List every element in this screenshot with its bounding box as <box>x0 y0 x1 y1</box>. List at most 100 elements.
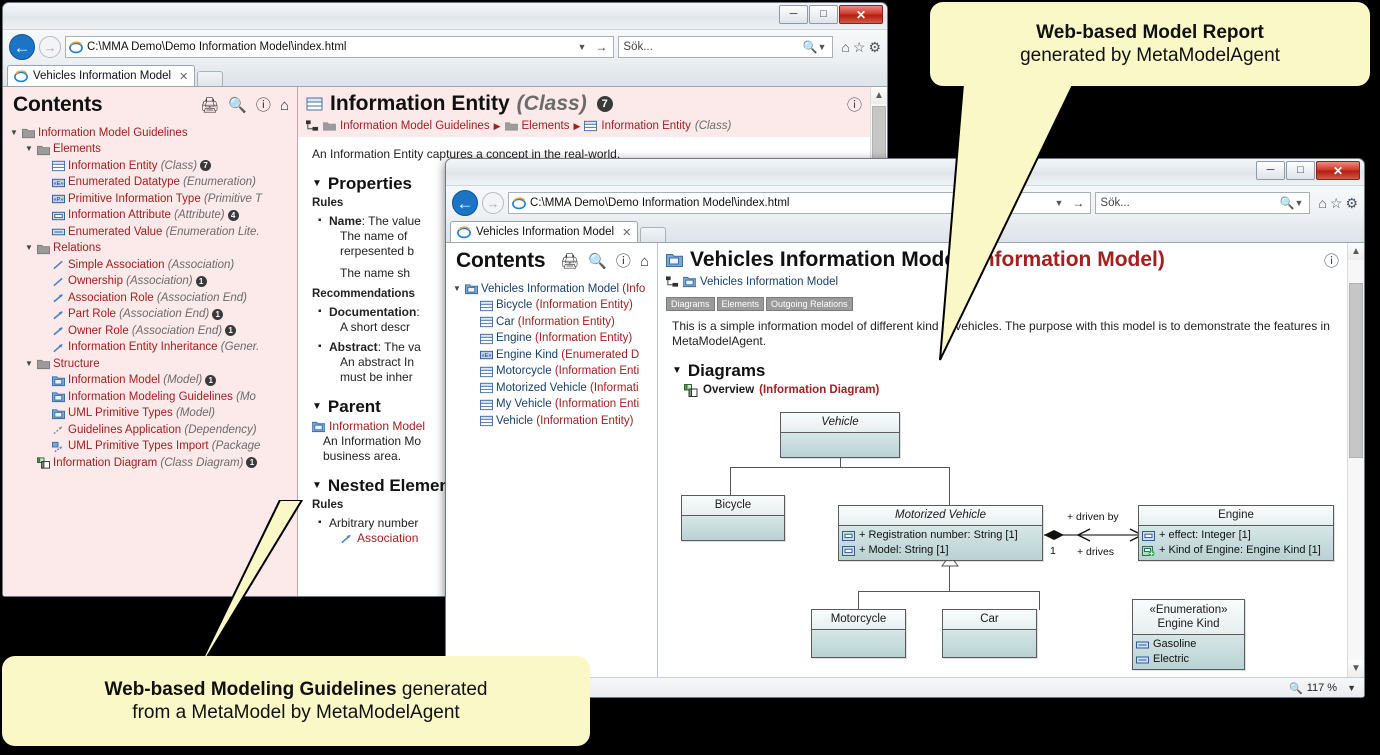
help-icon[interactable]: ⓘ <box>1324 250 1339 271</box>
forward-button[interactable]: → <box>482 192 504 214</box>
scrollbar-thumb[interactable] <box>1349 283 1363 458</box>
tree-item-label[interactable]: Vehicles Information Model (Info <box>481 281 645 298</box>
browser-window-model-report[interactable]: ─ □ ✕ ← → C:\MMA Demo\Demo Information M… <box>445 158 1365 698</box>
tree-item[interactable]: ▼«P»Primitive Information Type (Primitiv… <box>9 191 297 208</box>
window2-nav-icons[interactable]: ⌂ ☆ ⚙ <box>1314 195 1358 212</box>
tree-item-label[interactable]: Simple Association (Association) <box>68 257 234 274</box>
window1-tabstrip[interactable]: Vehicles Information Model ✕ <box>3 64 887 87</box>
tree-item-label[interactable]: Engine Kind (Enumerated D <box>496 347 639 364</box>
tree-item[interactable]: ▼My Vehicle (Information Enti <box>452 397 657 414</box>
tree-item[interactable]: ▼ Information Model Guidelines <box>9 125 297 142</box>
tree-item[interactable]: ▼Information Entity (Class)7 <box>9 158 297 175</box>
tree-item-label[interactable]: Information Model Guidelines <box>38 125 188 142</box>
tree-item[interactable]: ▼UML Primitive Types (Model) <box>9 406 297 423</box>
tree-item-label[interactable]: Structure <box>53 356 100 373</box>
tree-item[interactable]: ▼ Vehicles Information Model (Info <box>452 281 657 298</box>
maximize-button[interactable]: □ <box>809 5 838 24</box>
tree-item[interactable]: ▼Engine (Information Entity) <box>452 331 657 348</box>
tree-item-label[interactable]: Information Diagram (Class Diagram) 1 <box>53 455 258 472</box>
contents-tree[interactable]: ▼ Vehicles Information Model (Info▼Bicycl… <box>446 277 657 430</box>
tree-item[interactable]: ▼Motorcycle (Information Enti <box>452 364 657 381</box>
tree-item[interactable]: ▼Information Modeling Guidelines (Mo <box>9 389 297 406</box>
tree-twisty-expanded-icon[interactable]: ▼ <box>24 240 34 257</box>
browser-tab[interactable]: Vehicles Information Model ✕ <box>7 65 196 86</box>
tree-item-label[interactable]: Information Modeling Guidelines (Mo <box>68 389 256 406</box>
tree-item-label[interactable]: Information Attribute (Attribute) 4 <box>68 207 239 224</box>
uml-class-motorized-vehicle[interactable]: Motorized Vehicle + Registration number:… <box>838 505 1043 561</box>
search-dropdown-icon[interactable]: ▼ <box>817 42 828 52</box>
forward-button[interactable]: → <box>39 36 61 58</box>
tree-item[interactable]: ▼Ownership (Association)1 <box>9 274 297 291</box>
tree-item[interactable]: ▼Vehicle (Information Entity) <box>452 413 657 430</box>
maximize-button[interactable]: □ <box>1286 161 1315 180</box>
search-icon[interactable]: 🔍 <box>803 40 818 54</box>
tree-item[interactable]: ▼ Structure <box>9 356 297 373</box>
close-tab-icon[interactable]: ✕ <box>179 70 188 83</box>
new-tab-button[interactable] <box>197 71 224 86</box>
tree-item-label[interactable]: Motorcycle (Information Enti <box>496 363 639 380</box>
tree-twisty-expanded-icon[interactable]: ▼ <box>9 125 19 142</box>
tree-item-label[interactable]: UML Primitive Types Import (Package <box>68 438 260 455</box>
contents-tree[interactable]: ▼Information Model Guidelines▼Elements▼I… <box>3 121 297 472</box>
address-bar[interactable]: C:\MMA Demo\Demo Information Model\index… <box>65 36 615 58</box>
breadcrumb-item-3[interactable]: Information Entity <box>601 120 690 132</box>
section-chip[interactable]: Outgoing Relations <box>766 297 853 311</box>
window1-navbar[interactable]: ← → C:\MMA Demo\Demo Information Model\i… <box>3 30 887 64</box>
tree-item-label[interactable]: Primitive Information Type (Primitive T <box>68 191 262 208</box>
back-button[interactable]: ← <box>452 190 478 216</box>
close-tab-icon[interactable]: ✕ <box>622 226 631 239</box>
tree-item-label[interactable]: Relations <box>53 240 101 257</box>
tree-item[interactable]: ▼Guidelines Application (Dependency) <box>9 422 297 439</box>
section-chip[interactable]: Diagrams <box>666 297 715 311</box>
tree-item[interactable]: ▼Bicycle (Information Entity) <box>452 298 657 315</box>
browser-tab[interactable]: Vehicles Information Model ✕ <box>450 221 639 242</box>
search-input[interactable]: Sök... 🔍 ▼ <box>1095 192 1311 214</box>
tree-item-label[interactable]: Motorized Vehicle (Informati <box>496 380 639 397</box>
tree-item-label[interactable]: Ownership (Association) 1 <box>68 273 207 290</box>
breadcrumb-item-2[interactable]: Elements <box>522 120 570 132</box>
tree-item[interactable]: ▼ Relations <box>9 241 297 258</box>
tree-item[interactable]: ▼Part Role (Association End)1 <box>9 307 297 324</box>
tree-item-label[interactable]: Bicycle (Information Entity) <box>496 297 633 314</box>
uml-class-vehicle[interactable]: Vehicle <box>780 412 900 458</box>
scroll-down-arrow[interactable]: ▼ <box>1348 660 1364 677</box>
tree-item[interactable]: ▼Enumerated Value (Enumeration Lite. <box>9 224 297 241</box>
tree-item[interactable]: ▼Association Role (Association End) <box>9 290 297 307</box>
tree-item[interactable]: ▼Information Diagram (Class Diagram)1 <box>9 455 297 472</box>
uml-class-bicycle[interactable]: Bicycle <box>681 495 785 541</box>
minimize-button[interactable]: ─ <box>779 5 808 24</box>
tree-item[interactable]: ▼Simple Association (Association) <box>9 257 297 274</box>
zoom-icon[interactable]: 🔍 <box>1289 682 1303 695</box>
window2-navbar[interactable]: ← → C:\MMA Demo\Demo Information Model\i… <box>446 186 1364 220</box>
window2-tabstrip[interactable]: Vehicles Information Model ✕ <box>446 220 1364 243</box>
breadcrumb[interactable]: Information Model Guidelines ▶ Elements … <box>306 116 862 137</box>
search-dropdown-icon[interactable]: ▼ <box>1294 198 1305 208</box>
print-icon[interactable]: 🖨 <box>560 254 579 269</box>
window1-nav-icons[interactable]: ⌂ ☆ ⚙ <box>837 39 881 56</box>
collapse-caret-icon[interactable]: ▼ <box>312 399 322 414</box>
home-icon[interactable]: ⌂ <box>280 98 289 113</box>
go-button[interactable]: → <box>592 40 610 54</box>
favorites-icon[interactable]: ☆ <box>853 39 866 56</box>
search-icon[interactable]: 🔍 <box>588 254 607 269</box>
tree-item-label[interactable]: Enumerated Datatype (Enumeration) <box>68 174 256 191</box>
favorites-icon[interactable]: ☆ <box>1330 195 1343 212</box>
tree-item-label[interactable]: Enumerated Value (Enumeration Lite. <box>68 224 260 241</box>
chevron-down-icon[interactable]: ▼ <box>1347 683 1356 693</box>
tree-item[interactable]: ▼«E»Enumerated Datatype (Enumeration) <box>9 175 297 192</box>
uml-enumeration-engine-kind[interactable]: «Enumeration» Engine Kind Gasoline Elect… <box>1132 599 1245 670</box>
address-dropdown-icon[interactable]: ▼ <box>577 42 588 52</box>
scroll-up-arrow[interactable]: ▲ <box>871 87 887 104</box>
tree-item[interactable]: ▼Owner Role (Association End)1 <box>9 323 297 340</box>
tree-item[interactable]: ▼Information Model (Model)1 <box>9 373 297 390</box>
tree-item[interactable]: ▼Information Entity Inheritance (Gener. <box>9 340 297 357</box>
parent-link[interactable]: Information Model <box>329 419 425 434</box>
new-tab-button[interactable] <box>640 227 667 242</box>
section-chip[interactable]: Elements <box>716 297 765 311</box>
home-icon[interactable]: ⌂ <box>640 254 649 269</box>
tree-item-label[interactable]: Elements <box>53 141 101 158</box>
uml-class-motorcycle[interactable]: Motorcycle <box>811 609 906 658</box>
tree-item-label[interactable]: Association Role (Association End) <box>68 290 247 307</box>
settings-gear-icon[interactable]: ⚙ <box>868 39 881 56</box>
tree-item[interactable]: ▼ Elements <box>9 142 297 159</box>
